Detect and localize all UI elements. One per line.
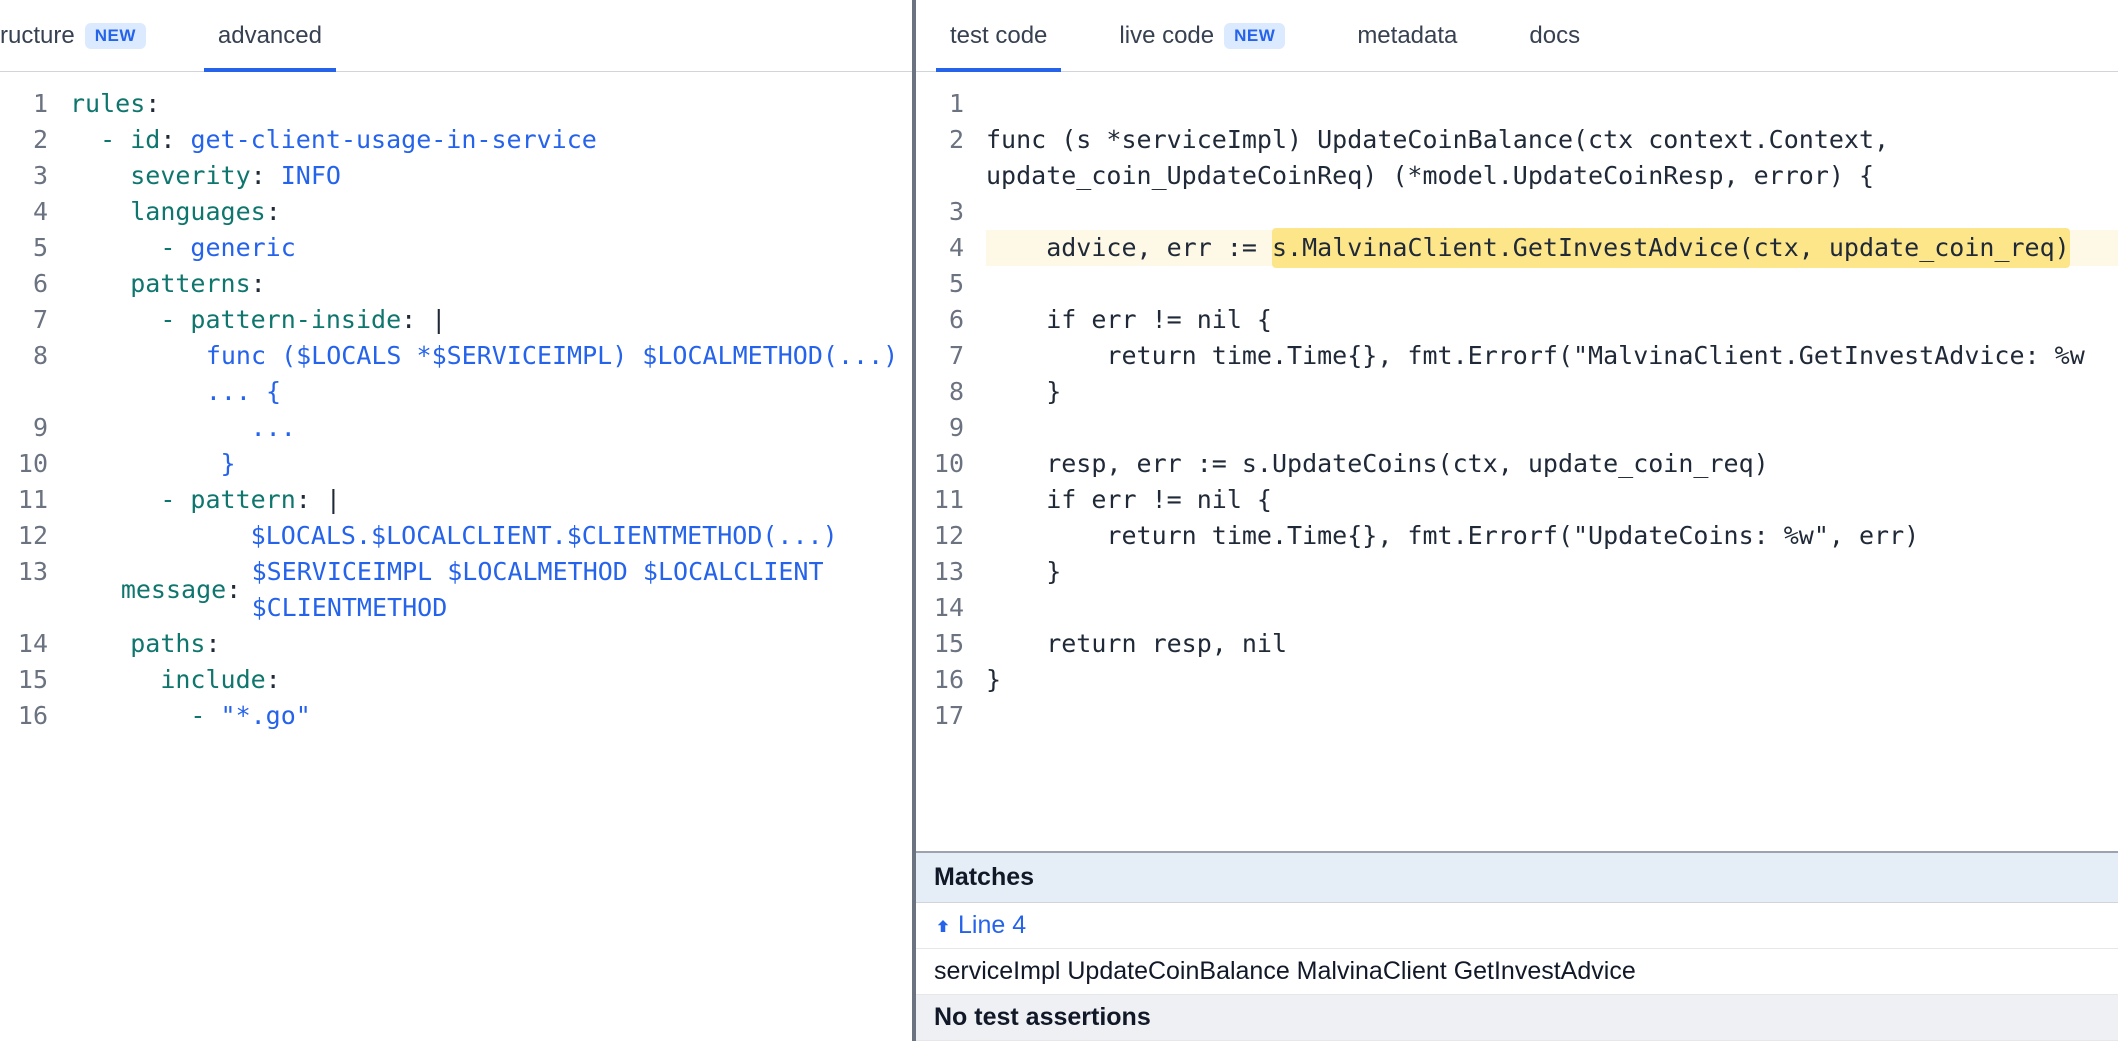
tab-label: docs xyxy=(1529,22,1580,50)
arrow-up-icon xyxy=(934,916,952,936)
tab-label: advanced xyxy=(218,22,322,50)
yaml-line[interactable]: languages: xyxy=(70,194,912,230)
right-tab-test-code[interactable]: test code xyxy=(936,0,1061,71)
new-badge: NEW xyxy=(85,23,146,49)
yaml-line[interactable]: severity: INFO xyxy=(70,158,912,194)
go-line[interactable]: return time.Time{}, fmt.Errorf("UpdateCo… xyxy=(986,518,2118,554)
go-line[interactable]: } xyxy=(986,374,2118,410)
rule-editor-pane: ructure NEW advanced 123456789101112131415… xyxy=(0,0,916,1041)
match-highlight: s.MalvinaClient.GetInvestAdvice(ctx, upd… xyxy=(1272,228,2070,268)
matches-panel: Matches Line 4 serviceImpl UpdateCoinBal… xyxy=(916,851,2118,1041)
yaml-gutter: 12345678910111213141516 xyxy=(0,86,62,1041)
go-line[interactable]: return resp, nil xyxy=(986,626,2118,662)
test-pane: test code live code NEW metadata docs 123456… xyxy=(916,0,2118,1041)
tab-label: test code xyxy=(950,22,1047,50)
yaml-line[interactable]: rules: xyxy=(70,86,912,122)
right-tabs: test code live code NEW metadata docs xyxy=(916,0,2118,72)
yaml-line[interactable]: paths: xyxy=(70,626,912,662)
go-line[interactable]: func (s *serviceImpl) UpdateCoinBalance(… xyxy=(986,122,2118,194)
go-line[interactable] xyxy=(986,86,2118,122)
yaml-line[interactable]: include: xyxy=(70,662,912,698)
go-line[interactable]: if err != nil { xyxy=(986,302,2118,338)
tab-label: ructure xyxy=(0,22,75,50)
yaml-line[interactable]: - "*.go" xyxy=(70,698,912,734)
go-line[interactable]: advice, err := s.MalvinaClient.GetInvest… xyxy=(986,230,2118,266)
left-tab-advanced[interactable]: advanced xyxy=(204,0,336,71)
yaml-line[interactable]: $LOCALS.$LOCALCLIENT.$CLIENTMETHOD(...) xyxy=(70,518,912,554)
match-message: serviceImpl UpdateCoinBalance MalvinaCli… xyxy=(916,949,2118,995)
tab-label: live code xyxy=(1119,22,1214,50)
yaml-line[interactable]: message: $SERVICEIMPL $LOCALMETHOD $LOCA… xyxy=(70,554,912,626)
go-line[interactable]: resp, err := s.UpdateCoins(ctx, update_c… xyxy=(986,446,2118,482)
go-line[interactable]: if err != nil { xyxy=(986,482,2118,518)
right-tab-metadata[interactable]: metadata xyxy=(1343,0,1471,71)
yaml-editor[interactable]: 12345678910111213141516 rules: - id: get… xyxy=(0,72,912,1041)
app-root: ructure NEW advanced 123456789101112131415… xyxy=(0,0,2118,1041)
new-badge: NEW xyxy=(1224,23,1285,49)
right-tab-docs[interactable]: docs xyxy=(1515,0,1594,71)
go-line[interactable] xyxy=(986,266,2118,302)
go-line[interactable]: } xyxy=(986,662,2118,698)
go-line[interactable] xyxy=(986,698,2118,734)
left-tabs: ructure NEW advanced xyxy=(0,0,912,72)
yaml-line[interactable]: ... xyxy=(70,410,912,446)
yaml-line[interactable]: - id: get-client-usage-in-service xyxy=(70,122,912,158)
yaml-line[interactable]: func ($LOCALS *$SERVICEIMPL) $LOCALMETHO… xyxy=(70,338,912,410)
tab-label: metadata xyxy=(1357,22,1457,50)
go-line[interactable]: } xyxy=(986,554,2118,590)
go-gutter: 1234567891011121314151617 xyxy=(916,86,978,851)
go-editor[interactable]: 1234567891011121314151617 func (s *servi… xyxy=(916,72,2118,851)
left-tab-ructure[interactable]: ructure NEW xyxy=(0,0,160,71)
right-tab-live-code[interactable]: live code NEW xyxy=(1105,0,1299,71)
go-line[interactable]: return time.Time{}, fmt.Errorf("MalvinaC… xyxy=(986,338,2118,374)
yaml-code[interactable]: rules: - id: get-client-usage-in-service… xyxy=(62,86,912,1041)
yaml-line[interactable]: patterns: xyxy=(70,266,912,302)
yaml-line[interactable]: } xyxy=(70,446,912,482)
no-assertions: No test assertions xyxy=(916,995,2118,1041)
go-line[interactable] xyxy=(986,410,2118,446)
go-line[interactable] xyxy=(986,590,2118,626)
yaml-line[interactable]: - generic xyxy=(70,230,912,266)
go-code[interactable]: func (s *serviceImpl) UpdateCoinBalance(… xyxy=(978,86,2118,851)
go-line[interactable] xyxy=(986,194,2118,230)
yaml-line[interactable]: - pattern: | xyxy=(70,482,912,518)
match-line-link[interactable]: Line 4 xyxy=(916,903,2118,949)
matches-header: Matches xyxy=(916,853,2118,903)
yaml-line[interactable]: - pattern-inside: | xyxy=(70,302,912,338)
match-line-label: Line 4 xyxy=(958,911,1026,940)
